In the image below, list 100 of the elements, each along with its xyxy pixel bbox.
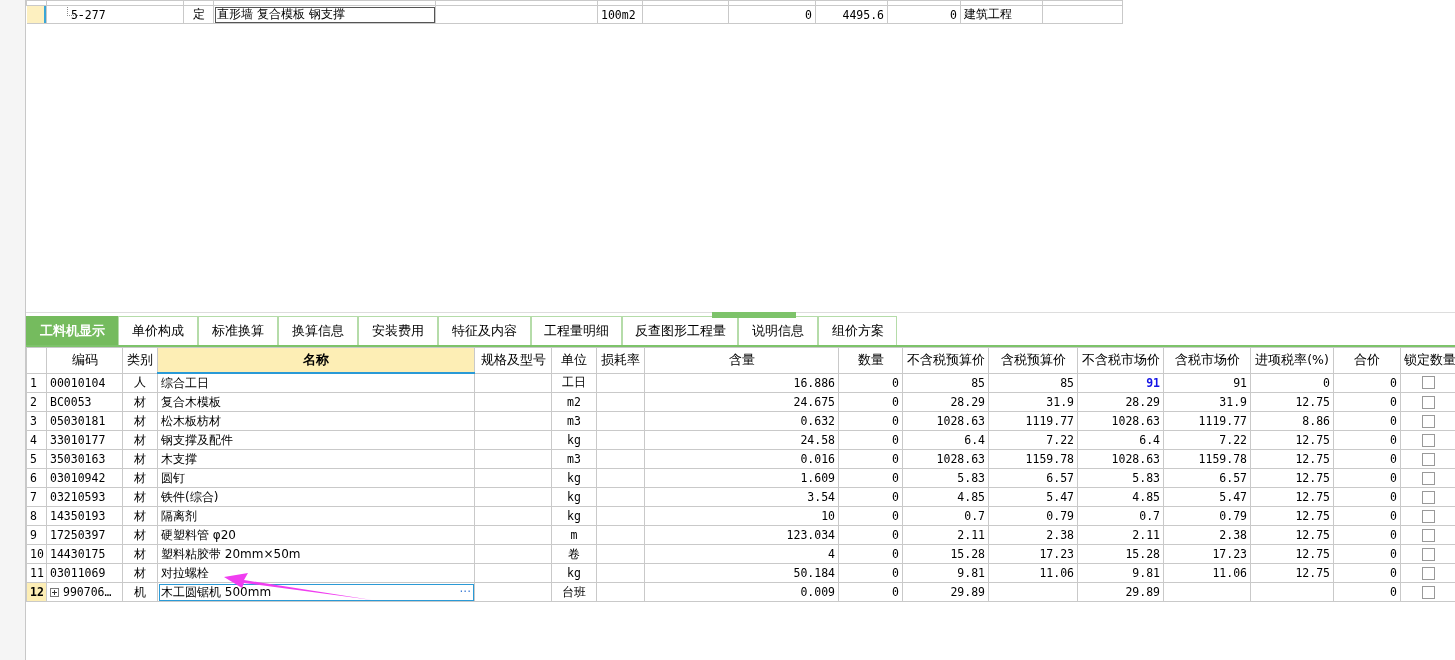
table-cell: 12.75 xyxy=(1250,487,1334,507)
table-cell: 0 xyxy=(838,430,903,450)
expand-icon[interactable] xyxy=(50,587,59,597)
table-cell: kg xyxy=(551,506,597,526)
table-cell: 17.23 xyxy=(1163,544,1251,564)
splitter-handle[interactable] xyxy=(712,312,796,318)
column-header[interactable]: 进项税率(%) xyxy=(1250,347,1334,373)
lock-checkbox[interactable] xyxy=(1421,471,1435,485)
table-cell: 0 xyxy=(1250,373,1334,393)
name-field[interactable]: 木工圆锯机 500mm ··· xyxy=(157,582,475,602)
lock-checkbox[interactable] xyxy=(1421,414,1435,428)
table-cell: 91 xyxy=(1163,373,1251,393)
row-number[interactable]: 9 xyxy=(26,525,47,545)
table-cell: 台班 xyxy=(551,582,597,602)
table-cell[interactable]: 直形墙 复合模板 钢支撑 xyxy=(213,5,436,24)
table-cell: 复合木模板 xyxy=(157,392,475,412)
tab[interactable]: 工程量明细 xyxy=(531,316,622,345)
tab[interactable]: 特征及内容 xyxy=(438,316,531,345)
table-cell: 6.57 xyxy=(988,468,1078,488)
row-number[interactable]: 8 xyxy=(26,506,47,526)
table-cell: 28.29 xyxy=(1077,392,1164,412)
column-header[interactable]: 不含税市场价 xyxy=(1077,347,1164,373)
table-cell: 5-277 xyxy=(46,5,184,24)
lock-checkbox[interactable] xyxy=(1421,490,1435,504)
table-cell: 1159.78 xyxy=(1163,449,1251,469)
table-cell: 工日 xyxy=(551,373,597,393)
table-cell: 人 xyxy=(122,373,158,393)
lock-checkbox[interactable] xyxy=(1421,433,1435,447)
table-cell: 2.11 xyxy=(1077,525,1164,545)
column-header[interactable]: 不含税预算价 xyxy=(902,347,989,373)
table-cell: 材 xyxy=(122,544,158,564)
column-header[interactable]: 名称 xyxy=(157,347,475,373)
table-cell: 12.75 xyxy=(1250,449,1334,469)
column-header[interactable]: 单位 xyxy=(551,347,597,373)
table-cell: 12.75 xyxy=(1250,563,1334,583)
table-cell: 6.4 xyxy=(1077,430,1164,450)
tab[interactable]: 单价构成 xyxy=(118,316,198,345)
table-cell: 圆钉 xyxy=(157,468,475,488)
table-cell: 14430175 xyxy=(46,544,123,564)
column-header[interactable]: 损耗率 xyxy=(596,347,645,373)
table-cell: 1028.63 xyxy=(902,411,989,431)
table-cell: 硬塑料管 φ20 xyxy=(157,525,475,545)
table-cell: 35030163 xyxy=(46,449,123,469)
table-cell: 10 xyxy=(644,506,839,526)
table-cell: 卷 xyxy=(551,544,597,564)
tab[interactable]: 说明信息 xyxy=(738,316,818,345)
table-cell: 0 xyxy=(1333,468,1401,488)
code-text: 990706… xyxy=(63,585,112,599)
table-cell: 16.886 xyxy=(644,373,839,393)
table-cell: 0 xyxy=(1333,430,1401,450)
table-cell: 03011069 xyxy=(46,563,123,583)
lock-checkbox[interactable] xyxy=(1421,395,1435,409)
row-number[interactable]: 1 xyxy=(26,373,47,393)
row-number[interactable]: 3 xyxy=(26,411,47,431)
table-cell: 0 xyxy=(1333,392,1401,412)
row-number[interactable]: 5 xyxy=(26,449,47,469)
column-header[interactable]: 合价 xyxy=(1333,347,1401,373)
tab[interactable]: 换算信息 xyxy=(278,316,358,345)
lock-checkbox[interactable] xyxy=(1421,509,1435,523)
table-cell: 12.75 xyxy=(1250,525,1334,545)
tab[interactable]: 标准换算 xyxy=(198,316,278,345)
table-cell: 0 xyxy=(838,373,903,393)
table-cell: 5.83 xyxy=(902,468,989,488)
table-cell: 2.11 xyxy=(902,525,989,545)
table-cell: 0 xyxy=(838,506,903,526)
tab[interactable]: 安装费用 xyxy=(358,316,438,345)
column-header[interactable]: 规格及型号 xyxy=(474,347,552,373)
lock-checkbox[interactable] xyxy=(1421,528,1435,542)
table-cell: 8.86 xyxy=(1250,411,1334,431)
column-header[interactable]: 数量 xyxy=(838,347,903,373)
lock-checkbox[interactable] xyxy=(1421,376,1435,390)
table-cell: 11.06 xyxy=(988,563,1078,583)
table-cell: 0 xyxy=(1333,411,1401,431)
row-number[interactable]: 7 xyxy=(26,487,47,507)
lock-checkbox[interactable] xyxy=(1421,585,1435,599)
row-number[interactable]: 10 xyxy=(26,544,47,564)
column-header[interactable]: 编码 xyxy=(46,347,123,373)
row-number[interactable]: 2 xyxy=(26,392,47,412)
table-cell: 100m2 xyxy=(597,5,643,24)
column-header[interactable]: 含税预算价 xyxy=(988,347,1078,373)
table-cell: 7.22 xyxy=(988,430,1078,450)
tab[interactable]: 反查图形工程量 xyxy=(622,316,738,345)
lock-checkbox[interactable] xyxy=(1421,452,1435,466)
more-button[interactable]: ··· xyxy=(459,585,471,599)
row-number[interactable]: 4 xyxy=(26,430,47,450)
table-cell: 00010104 xyxy=(46,373,123,393)
table-cell: 123.034 xyxy=(644,525,839,545)
table-cell: 1119.77 xyxy=(988,411,1078,431)
tab[interactable]: 组价方案 xyxy=(818,316,897,345)
table-cell: 4495.6 xyxy=(815,5,888,24)
row-number[interactable]: 11 xyxy=(26,563,47,583)
row-number[interactable]: 6 xyxy=(26,468,47,488)
table-cell: 0.7 xyxy=(1077,506,1164,526)
lock-checkbox[interactable] xyxy=(1421,566,1435,580)
column-header[interactable]: 含量 xyxy=(644,347,839,373)
table-cell: 钢支撑及配件 xyxy=(157,430,475,450)
lock-checkbox[interactable] xyxy=(1421,547,1435,561)
table-cell: 材 xyxy=(122,392,158,412)
column-header[interactable]: 类别 xyxy=(122,347,158,373)
column-header[interactable]: 含税市场价 xyxy=(1163,347,1251,373)
